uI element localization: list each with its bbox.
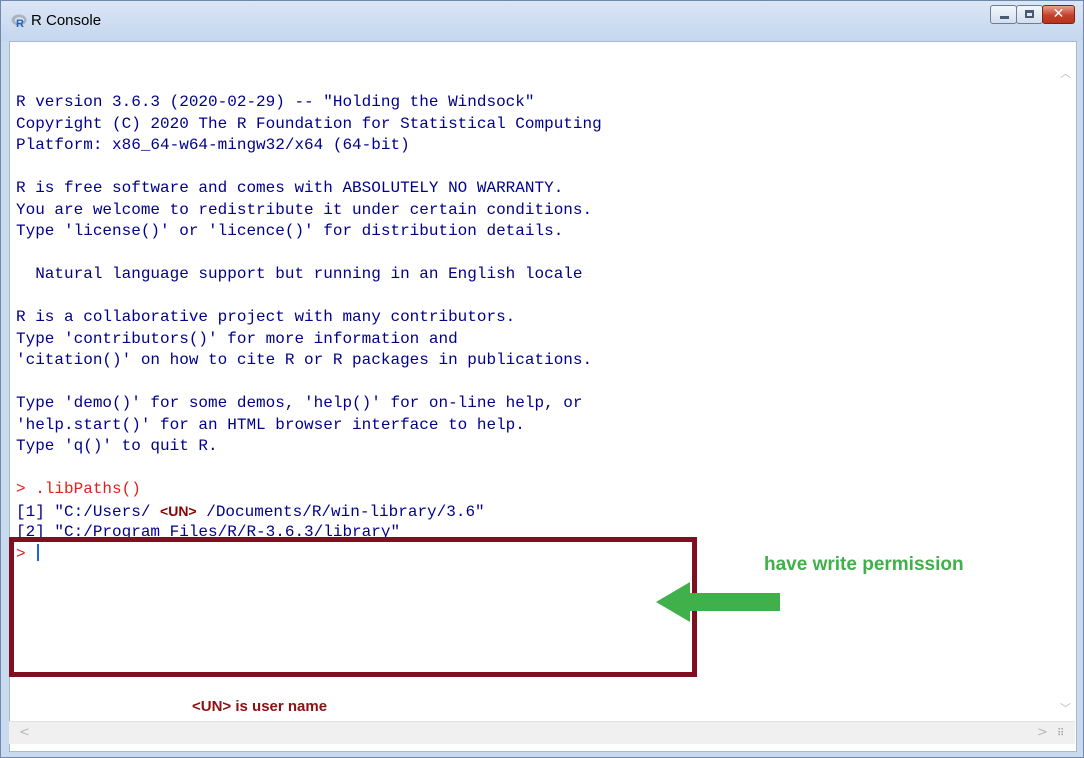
resize-grip-icon[interactable]: ⠿: [1057, 728, 1064, 739]
write-permission-annotation: have write permission: [764, 554, 964, 575]
console-line: R is free software and comes with ABSOLU…: [16, 179, 564, 197]
console-line: Copyright (C) 2020 The R Foundation for …: [16, 114, 602, 133]
console-line: Natural language support but running in …: [16, 265, 583, 283]
result-1-suffix: /Documents/R/win-library/3.6": [196, 502, 485, 521]
svg-text:R: R: [16, 18, 24, 28]
console-line: Platform: x86_64-w64-mingw32/x64 (64-bit…: [16, 136, 410, 154]
window-title: R Console: [31, 12, 102, 29]
scroll-right-arrow-icon[interactable]: >: [1037, 725, 1048, 740]
console-line: R version 3.6.3 (2020-02-29) -- "Holding…: [16, 93, 535, 111]
libpaths-result-1: [1] "C:/Users/ <UN> /Documents/R/win-lib…: [16, 501, 1056, 523]
r-logo-icon: R: [11, 14, 27, 28]
console-line: R is a collaborative project with many c…: [16, 308, 516, 326]
maximize-button[interactable]: [1016, 5, 1043, 24]
title-bar[interactable]: R R Console ✕: [1, 1, 1083, 41]
highlight-box: [9, 537, 697, 677]
console-line: Type 'contributors()' for more informati…: [16, 329, 458, 348]
console-line: You are welcome to redistribute it under…: [16, 200, 593, 219]
close-icon: ✕: [1052, 6, 1065, 22]
console-line: Type 'license()' or 'licence()' for dist…: [16, 222, 564, 240]
maximize-icon: [1025, 10, 1034, 18]
username-placeholder: <UN>: [160, 502, 197, 519]
console-line: 'help.start()' for an HTML browser inter…: [16, 415, 525, 434]
scroll-down-arrow-icon[interactable]: ﹀: [1060, 700, 1071, 716]
scroll-up-arrow-icon[interactable]: ︿: [1060, 65, 1071, 81]
green-arrow-icon: [656, 582, 780, 622]
close-button[interactable]: ✕: [1042, 5, 1075, 24]
minimize-button[interactable]: [990, 5, 1017, 24]
scroll-left-arrow-icon[interactable]: <: [19, 725, 30, 740]
libpaths-command: > .libPaths(): [16, 480, 141, 498]
result-1-prefix: [1] "C:/Users/: [16, 502, 161, 521]
username-note-annotation: <UN> is user name: [192, 698, 328, 715]
console-output[interactable]: R version 3.6.3 (2020-02-29) -- "Holding…: [16, 92, 1056, 565]
console-line: Type 'demo()' for some demos, 'help()' f…: [16, 394, 583, 412]
console-line: Type 'q()' to quit R.: [16, 437, 218, 455]
minimize-icon: [1000, 16, 1009, 19]
horizontal-scrollbar[interactable]: < > ⠿: [9, 721, 1075, 744]
console-line: 'citation()' on how to cite R or R packa…: [16, 351, 593, 369]
